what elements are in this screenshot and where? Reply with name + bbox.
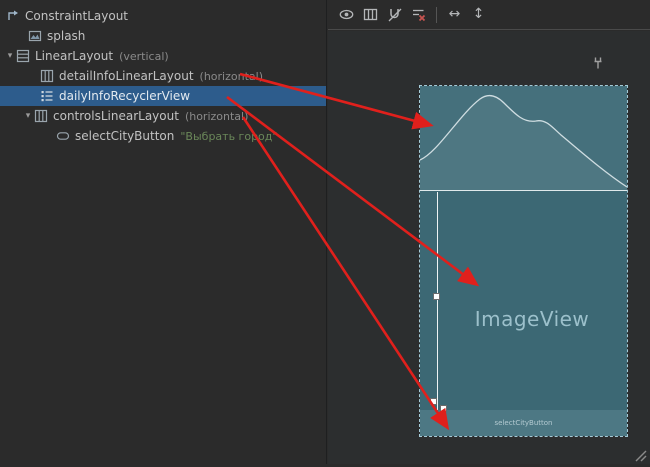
tree-item-constraintlayout[interactable]: ConstraintLayout <box>0 6 326 26</box>
resize-grip[interactable] <box>634 448 648 462</box>
chevron-down-icon[interactable]: ▾ <box>22 106 34 126</box>
tree-item-dailyinforecyclerview[interactable]: dailyInfoRecyclerView <box>0 86 326 106</box>
device-preview[interactable]: ImageView selectCityButton <box>420 86 627 436</box>
horizontal-resize-icon[interactable]: ↔ <box>446 6 463 23</box>
tree-item-string-value: "Выбрать город" <box>180 130 277 143</box>
tree-item-controlslinearlayout[interactable]: ▾ controlsLinearLayout (horizontal) <box>0 106 326 126</box>
component-tree-panel: ConstraintLayout splash ▾ LinearLayout (… <box>0 0 327 464</box>
tree-item-label: dailyInfoRecyclerView <box>59 89 190 103</box>
button-icon <box>56 129 70 143</box>
tree-item-annotation: (horizontal) <box>200 70 263 83</box>
tree-item-annotation: (horizontal) <box>185 110 248 123</box>
design-toolbar: ↔ ↕ <box>328 0 650 30</box>
recycler-view-list-icon <box>40 89 54 103</box>
selection-handle-bottom[interactable] <box>440 405 447 412</box>
toolbar-separator <box>436 7 437 23</box>
tree-item-detailinfolinearlayout[interactable]: detailInfoLinearLayout (horizontal) <box>0 66 326 86</box>
image-view-label: ImageView <box>437 192 627 410</box>
selection-handle-bottom-left[interactable] <box>430 398 437 405</box>
design-surface[interactable]: ImageView selectCityButton <box>328 31 650 464</box>
chevron-down-icon[interactable]: ▾ <box>4 46 16 66</box>
tree-item-label: ConstraintLayout <box>25 9 128 23</box>
selection-handle-middle[interactable] <box>433 293 440 300</box>
linear-layout-vertical-icon <box>16 49 30 63</box>
linear-layout-horizontal-icon <box>34 109 48 123</box>
visibility-eye-icon[interactable] <box>338 6 355 23</box>
tree-item-label: detailInfoLinearLayout <box>59 69 194 83</box>
tree-item-splash[interactable]: splash <box>0 26 326 46</box>
tree-item-linearlayout[interactable]: ▾ LinearLayout (vertical) <box>0 46 326 66</box>
horizontal-arrow-glyph: ↔ <box>449 6 461 23</box>
linear-layout-horizontal-icon <box>40 69 54 83</box>
constraint-layout-icon <box>6 9 20 23</box>
tree-item-label: selectCityButton <box>75 129 174 143</box>
magnet-off-icon[interactable] <box>386 6 403 23</box>
clear-constraints-icon[interactable] <box>410 6 427 23</box>
component-tree: ConstraintLayout splash ▾ LinearLayout (… <box>0 0 326 146</box>
tree-item-label: controlsLinearLayout <box>53 109 179 123</box>
vertical-resize-icon[interactable]: ↕ <box>470 6 487 23</box>
tree-item-selectcitybutton[interactable]: selectCityButton "Выбрать город" <box>0 126 326 146</box>
select-city-button-preview[interactable]: selectCityButton <box>420 410 627 436</box>
tree-item-label: splash <box>47 29 85 43</box>
column-grid-icon[interactable] <box>362 6 379 23</box>
detail-info-chart-region[interactable] <box>420 86 627 191</box>
chart-curve <box>420 86 627 190</box>
tree-item-label: LinearLayout <box>35 49 113 63</box>
image-view-icon <box>28 29 42 43</box>
wrench-icon[interactable] <box>591 55 605 69</box>
vertical-arrow-glyph: ↕ <box>473 6 485 23</box>
select-city-button-preview-label: selectCityButton <box>495 419 553 427</box>
tree-item-annotation: (vertical) <box>119 50 169 63</box>
